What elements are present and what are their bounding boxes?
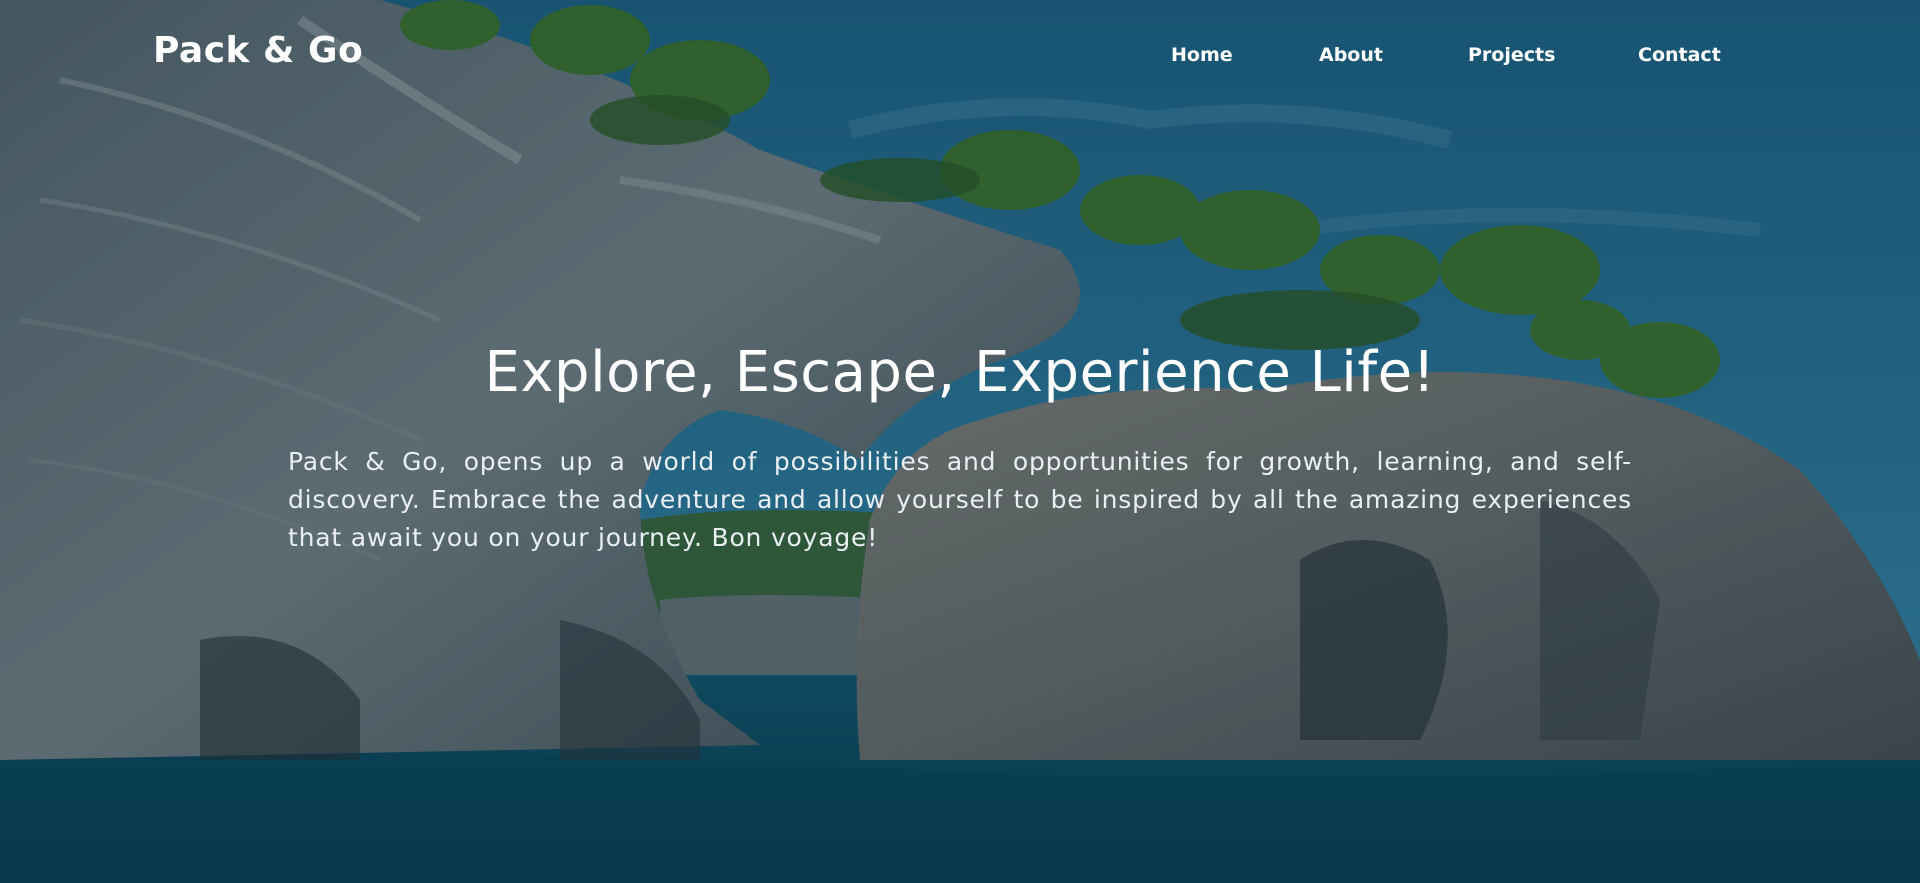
nav-link-about[interactable]: About: [1319, 44, 1383, 66]
hero-headline: Explore, Escape, Experience Life!: [484, 340, 1436, 405]
hero-section: Pack & Go Home About Projects Contact Ex…: [0, 0, 1920, 883]
hero-content: Explore, Escape, Experience Life! Pack &…: [288, 340, 1632, 557]
nav-link-home[interactable]: Home: [1171, 44, 1233, 66]
navbar: Pack & Go Home About Projects Contact: [0, 0, 1920, 110]
nav-link-projects[interactable]: Projects: [1468, 44, 1555, 66]
hero-tagline: Pack & Go, opens up a world of possibili…: [288, 447, 1632, 552]
nav-link-contact[interactable]: Contact: [1638, 44, 1721, 66]
brand-logo[interactable]: Pack & Go: [153, 30, 363, 71]
